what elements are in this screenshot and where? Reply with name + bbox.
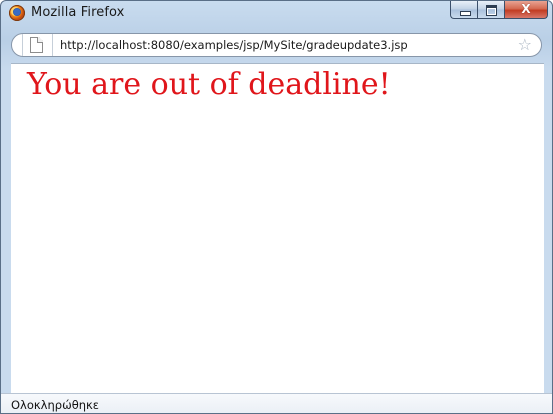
minimize-icon — [460, 11, 471, 16]
url-bar[interactable]: http://localhost:8080/examples/jsp/MySit… — [11, 33, 542, 57]
firefox-icon[interactable] — [9, 5, 25, 21]
title-bar[interactable]: Mozilla Firefox X — [1, 1, 552, 27]
caption-buttons: X — [450, 1, 548, 20]
page-icon[interactable] — [30, 37, 43, 53]
url-bar-back-cap[interactable] — [12, 34, 23, 56]
deadline-message: You are out of deadline! — [27, 67, 391, 102]
minimize-button[interactable] — [450, 1, 477, 19]
bookmark-star-icon[interactable]: ☆ — [518, 36, 532, 54]
url-text[interactable]: http://localhost:8080/examples/jsp/MySit… — [60, 38, 408, 52]
window-frame-left — [1, 27, 11, 393]
window-title: Mozilla Firefox — [31, 5, 125, 20]
maximize-button[interactable] — [477, 1, 504, 19]
maximize-icon — [486, 5, 497, 16]
close-button[interactable]: X — [504, 1, 548, 19]
url-divider — [52, 34, 53, 56]
browser-window: Mozilla Firefox X http://localhost:8080/… — [0, 0, 553, 414]
close-icon: X — [521, 2, 531, 16]
page-content: You are out of deadline! — [11, 63, 544, 393]
status-text: Ολοκληρώθηκε — [11, 398, 100, 412]
status-bar: Ολοκληρώθηκε — [1, 393, 552, 413]
